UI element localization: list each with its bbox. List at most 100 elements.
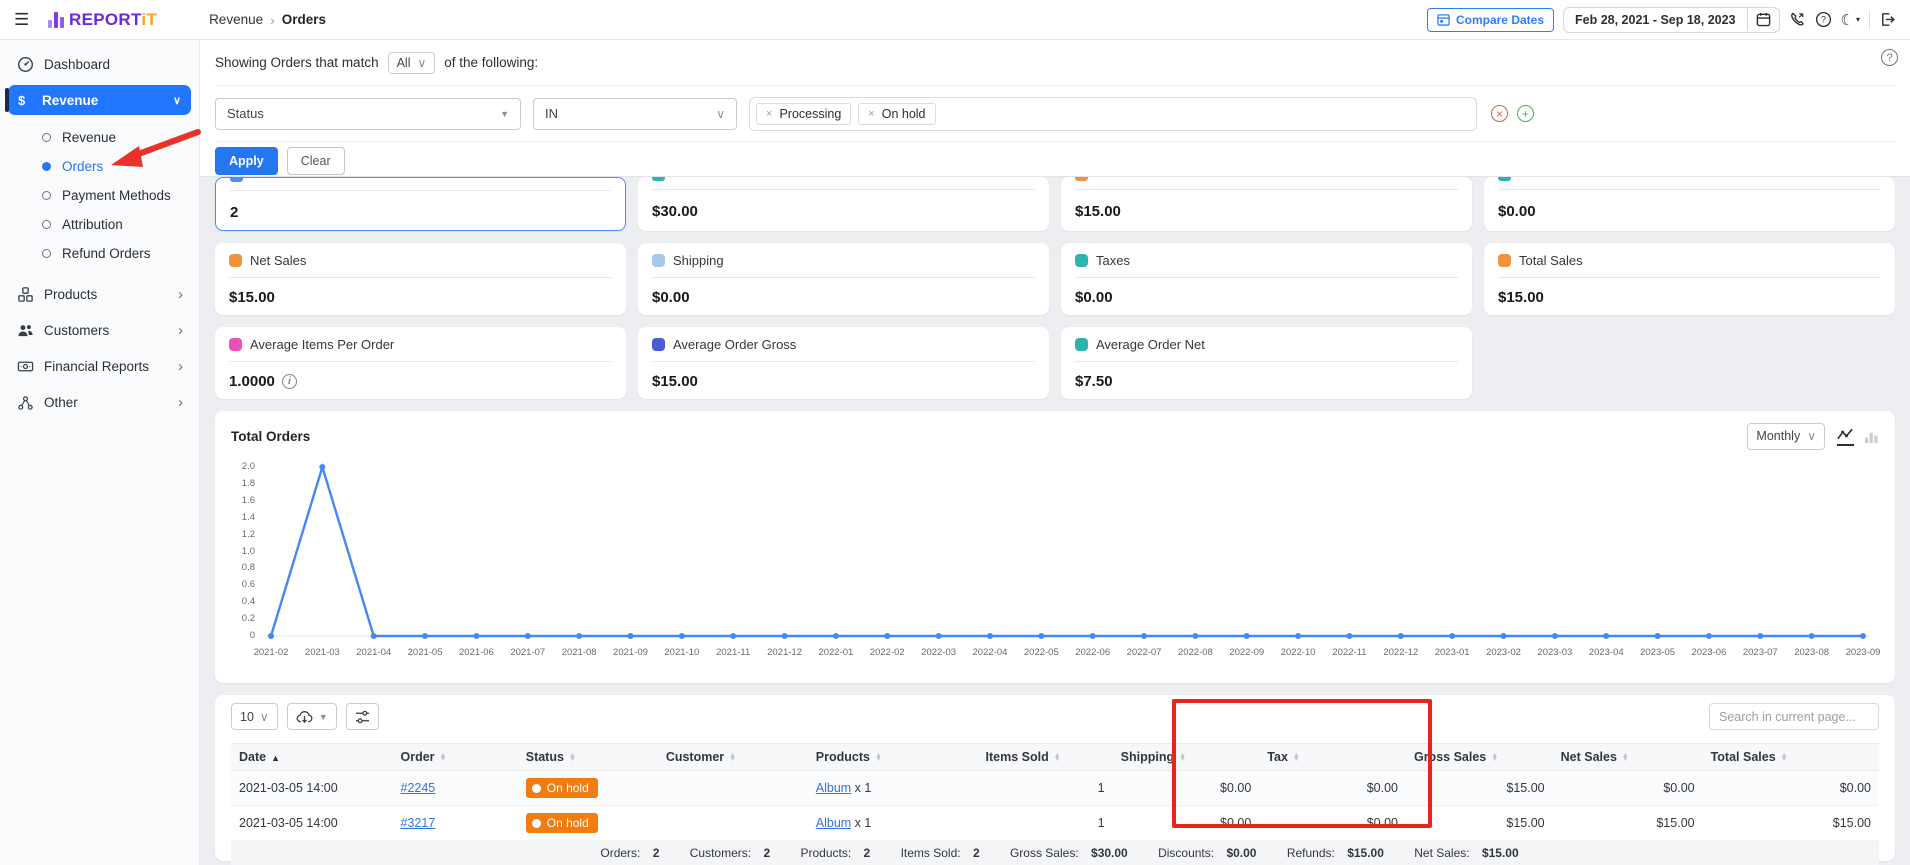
download-button[interactable]: ▼ <box>287 703 337 730</box>
y-tick-label: 1.0 <box>242 546 255 557</box>
phone-support-icon[interactable] <box>1789 11 1806 28</box>
stat-card-taxes[interactable]: Taxes $0.00 <box>1061 243 1472 315</box>
stat-label: Average Order Gross <box>673 337 796 352</box>
chevron-right-icon: › <box>178 286 183 303</box>
hamburger-menu-icon[interactable]: ☰ <box>14 10 38 30</box>
stat-label: Total Sales <box>1519 253 1583 268</box>
logout-icon[interactable] <box>1879 11 1896 28</box>
stat-card[interactable]: $30.00 <box>638 177 1049 231</box>
x-tick-label: 2022-10 <box>1281 647 1316 658</box>
column-header-date[interactable]: Date▲ <box>231 744 393 771</box>
product-qty: x 1 <box>851 816 871 830</box>
dark-mode-toggle[interactable]: ☾ ▾ <box>1841 11 1860 29</box>
breadcrumb-section[interactable]: Revenue <box>209 12 263 27</box>
x-tick-label: 2021-04 <box>356 647 391 658</box>
x-tick-label: 2021-03 <box>305 647 340 658</box>
help-icon[interactable]: ? <box>1815 11 1832 28</box>
column-header-status[interactable]: Status▲▼ <box>518 744 658 771</box>
sidebar-subitem-revenue[interactable]: Revenue <box>0 123 199 152</box>
stat-label: Taxes <box>1096 253 1130 268</box>
sidebar-item-revenue[interactable]: $ Revenue ∨ <box>8 85 191 115</box>
sidebar-item-customers[interactable]: Customers › <box>0 312 199 348</box>
x-tick-label: 2022-02 <box>870 647 905 658</box>
stat-value: $0.00 <box>1498 203 1881 220</box>
cell-customer <box>658 806 808 841</box>
dropdown-triangle-icon: ▼ <box>319 712 328 722</box>
column-header-tax[interactable]: Tax▲▼ <box>1259 744 1406 771</box>
active-notch <box>5 88 9 112</box>
column-header-items-sold[interactable]: Items Sold▲▼ <box>978 744 1113 771</box>
bar-chart-icon[interactable] <box>1864 429 1879 444</box>
date-range-picker[interactable]: Feb 28, 2021 - Sep 18, 2023 <box>1563 7 1780 33</box>
radio-dot-icon <box>42 162 51 171</box>
sidebar-item-products[interactable]: Products › <box>0 276 199 312</box>
filter-field-select[interactable]: Status ▼ <box>215 98 521 130</box>
chip-remove-icon[interactable]: × <box>766 108 772 120</box>
filter-values-input[interactable]: × Processing × On hold <box>749 97 1477 131</box>
summary-item: Discounts: $0.00 <box>1149 846 1256 860</box>
stat-value: $15.00 <box>652 373 1035 390</box>
app-logo[interactable]: REPORTiT <box>48 11 157 28</box>
cell-customer <box>658 771 808 806</box>
column-header-order[interactable]: Order▲▼ <box>393 744 518 771</box>
filter-chip[interactable]: × On hold <box>858 103 935 125</box>
remove-filter-row-icon[interactable]: × <box>1491 105 1508 122</box>
sidebar-subitem-payment-methods[interactable]: Payment Methods <box>0 181 199 210</box>
product-link[interactable]: Album <box>816 816 851 830</box>
x-tick-label: 2021-05 <box>408 647 443 658</box>
column-header-customer[interactable]: Customer▲▼ <box>658 744 808 771</box>
column-header-total-sales[interactable]: Total Sales▲▼ <box>1703 744 1879 771</box>
stat-card-avg-order-gross[interactable]: Average Order Gross $15.00 <box>638 327 1049 399</box>
search-input[interactable] <box>1709 703 1879 730</box>
table-row: 2021-03-05 14:00 #2245 On hold Album x 1… <box>231 771 1879 806</box>
column-header-gross-sales[interactable]: Gross Sales▲▼ <box>1406 744 1553 771</box>
interval-select[interactable]: Monthly ∨ <box>1747 423 1825 450</box>
sidebar-subitem-refund-orders[interactable]: Refund Orders <box>0 239 199 268</box>
order-link[interactable]: #2245 <box>401 781 436 795</box>
stat-card-avg-order-net[interactable]: Average Order Net $7.50 <box>1061 327 1472 399</box>
column-header-products[interactable]: Products▲▼ <box>808 744 978 771</box>
stat-accent <box>652 177 665 181</box>
stat-card[interactable]: $15.00 <box>1061 177 1472 231</box>
stat-card-net-sales[interactable]: Net Sales $15.00 <box>215 243 626 315</box>
product-link[interactable]: Album <box>816 781 851 795</box>
sidebar-item-other[interactable]: Other › <box>0 384 199 420</box>
line-chart-icon[interactable] <box>1837 427 1854 446</box>
sidebar-item-financial-reports[interactable]: Financial Reports › <box>0 348 199 384</box>
page-size-select[interactable]: 10 ∨ <box>231 703 278 730</box>
moon-icon: ☾ <box>1841 11 1854 29</box>
radio-dot-icon <box>42 220 51 229</box>
stat-card-avg-items-per-order[interactable]: Average Items Per Order 1.0000i <box>215 327 626 399</box>
column-header-net-sales[interactable]: Net Sales▲▼ <box>1553 744 1703 771</box>
stat-card[interactable]: $0.00 <box>1484 177 1895 231</box>
sidebar-subitem-orders[interactable]: Orders <box>0 152 199 181</box>
y-tick-label: 1.4 <box>242 512 255 523</box>
filter-condition-row: Status ▼ IN ∨ × Processing × On hold × + <box>215 86 1895 142</box>
stat-card[interactable]: 2 <box>215 177 626 231</box>
filter-operator-select[interactable]: IN ∨ <box>533 98 737 130</box>
compare-dates-button[interactable]: Compare Dates <box>1427 8 1554 32</box>
stat-card-total-sales[interactable]: Total Sales $15.00 <box>1484 243 1895 315</box>
order-link[interactable]: #3217 <box>401 816 436 830</box>
match-type-select[interactable]: All ∨ <box>388 52 436 74</box>
filter-chip[interactable]: × Processing <box>756 103 851 125</box>
add-filter-row-icon[interactable]: + <box>1517 105 1534 122</box>
stat-card-shipping[interactable]: Shipping $0.00 <box>638 243 1049 315</box>
clear-button[interactable]: Clear <box>287 147 345 175</box>
apply-button[interactable]: Apply <box>215 147 278 175</box>
cell-gross-sales: $15.00 <box>1406 806 1553 841</box>
radio-dot-icon <box>42 249 51 258</box>
help-circle-icon[interactable]: ? <box>1881 49 1898 66</box>
summary-item: Customers: 2 <box>681 846 770 860</box>
sidebar-item-dashboard[interactable]: Dashboard <box>0 46 199 82</box>
column-settings-button[interactable] <box>346 703 379 730</box>
stat-accent <box>1498 177 1511 181</box>
info-icon[interactable]: i <box>282 374 297 389</box>
sidebar-subitem-attribution[interactable]: Attribution <box>0 210 199 239</box>
column-header-shipping[interactable]: Shipping▲▼ <box>1113 744 1260 771</box>
filter-match-suffix: of the following: <box>444 55 538 70</box>
chip-remove-icon[interactable]: × <box>868 108 874 120</box>
orders-line-chart <box>267 463 1869 641</box>
x-tick-label: 2022-12 <box>1383 647 1418 658</box>
calendar-icon[interactable] <box>1747 8 1779 31</box>
